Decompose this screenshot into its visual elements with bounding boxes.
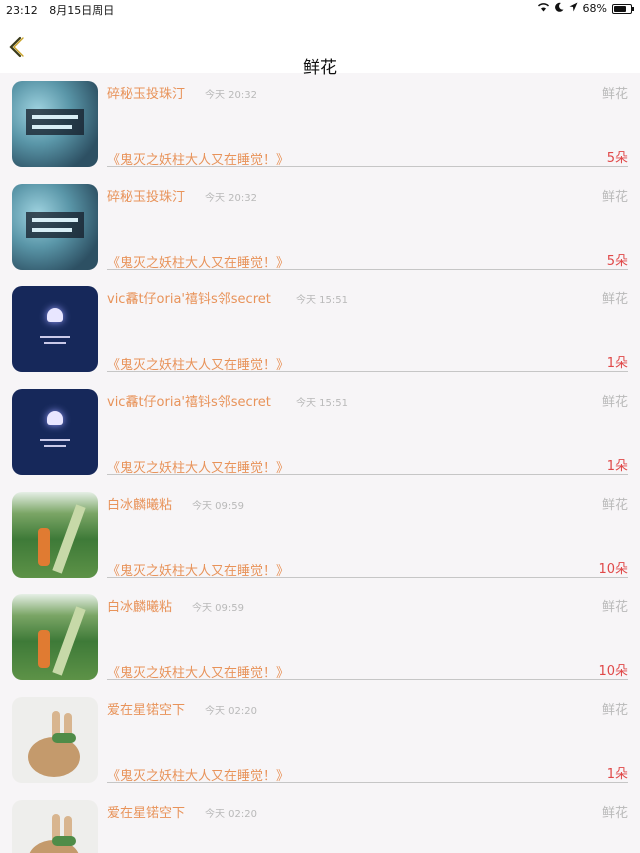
flower-record-list: 碎秘玉投珠汀 今天 20:32 鲜花 《鬼灭之妖柱大人又在睡觉！》 5朵 碎秘玉… [0, 73, 640, 853]
timestamp: 今天 02:20 [205, 706, 257, 718]
gift-type: 鲜花 [601, 87, 628, 102]
avatar[interactable] [12, 799, 98, 853]
list-item[interactable]: 碎秘玉投珠汀 今天 20:32 鲜花 《鬼灭之妖柱大人又在睡觉！》 5朵 [0, 73, 640, 176]
user-name[interactable]: 白冰麟曦粘 [107, 596, 172, 615]
list-item[interactable]: 白冰麟曦粘 今天 09:59 鲜花 《鬼灭之妖柱大人又在睡觉！》 10朵 [0, 484, 640, 587]
wifi-icon [537, 2, 550, 15]
user-name[interactable]: 爱在星锘空下 [107, 802, 185, 821]
list-item[interactable]: 白冰麟曦粘 今天 09:59 鲜花 《鬼灭之妖柱大人又在睡觉！》 10朵 [0, 586, 640, 689]
moon-icon [554, 2, 564, 15]
avatar[interactable] [12, 81, 98, 167]
user-name[interactable]: vic馫t仔oria'禧钭s邻secret [107, 391, 271, 410]
status-right: 68% [532, 2, 634, 15]
user-name[interactable]: 碎秘玉投珠汀 [107, 186, 185, 205]
list-item[interactable]: vic馫t仔oria'禧钭s邻secret 今天 15:51 鲜花 《鬼灭之妖柱… [0, 381, 640, 484]
flower-count: 10朵 [598, 664, 628, 680]
timestamp: 今天 20:32 [205, 192, 257, 204]
user-name[interactable]: 白冰麟曦粘 [107, 494, 172, 513]
avatar[interactable] [12, 594, 98, 681]
list-item[interactable]: 爱在星锘空下 今天 02:20 鲜花 [0, 792, 640, 853]
user-name[interactable]: 碎秘玉投珠汀 [107, 83, 185, 102]
gift-type: 鲜花 [601, 189, 628, 205]
divider [107, 166, 628, 167]
flower-count: 1朵 [606, 356, 628, 372]
timestamp: 今天 20:32 [205, 90, 257, 101]
navigation-bar: 鲜花 [0, 17, 640, 78]
gift-type: 鲜花 [601, 703, 628, 719]
list-item[interactable]: 爱在星锘空下 今天 02:20 鲜花 《鬼灭之妖柱大人又在睡觉！》 1朵 [0, 689, 640, 792]
status-time: 23:12 [6, 4, 38, 17]
gift-type: 鲜花 [601, 292, 628, 308]
flower-count: 1朵 [606, 459, 628, 475]
gift-type: 鲜花 [601, 805, 628, 821]
avatar[interactable] [12, 491, 98, 578]
status-bar: 23:12 8月15日周日 68% [0, 0, 640, 17]
divider [107, 474, 628, 476]
flower-count: 1朵 [606, 767, 628, 783]
avatar[interactable] [12, 697, 98, 784]
divider [107, 371, 628, 373]
battery-icon [612, 3, 634, 14]
flower-count: 5朵 [606, 151, 628, 166]
divider [107, 268, 628, 270]
divider [107, 576, 628, 578]
flower-count: 10朵 [598, 561, 628, 577]
flower-count: 5朵 [606, 253, 628, 269]
list-item[interactable]: vic馫t仔oria'禧钭s邻secret 今天 15:51 鲜花 《鬼灭之妖柱… [0, 278, 640, 381]
status-date: 8月15日周日 [49, 4, 115, 17]
timestamp: 今天 09:59 [192, 603, 244, 615]
timestamp: 今天 15:51 [296, 295, 348, 307]
avatar[interactable] [12, 389, 98, 476]
battery-percent: 68% [582, 2, 607, 15]
divider [107, 679, 628, 681]
gift-type: 鲜花 [601, 395, 628, 411]
timestamp: 今天 02:20 [205, 808, 257, 820]
avatar[interactable] [12, 286, 98, 373]
timestamp: 今天 15:51 [296, 398, 348, 410]
divider [107, 782, 628, 784]
gift-type: 鲜花 [601, 497, 628, 513]
status-left: 23:12 8月15日周日 [6, 2, 122, 18]
user-name[interactable]: 爱在星锘空下 [107, 699, 185, 718]
user-name[interactable]: vic馫t仔oria'禧钭s邻secret [107, 288, 271, 307]
timestamp: 今天 09:59 [192, 500, 244, 512]
location-icon [569, 2, 578, 15]
gift-type: 鲜花 [601, 600, 628, 616]
list-item[interactable]: 碎秘玉投珠汀 今天 20:32 鲜花 《鬼灭之妖柱大人又在睡觉！》 5朵 [0, 176, 640, 279]
avatar[interactable] [12, 183, 98, 270]
